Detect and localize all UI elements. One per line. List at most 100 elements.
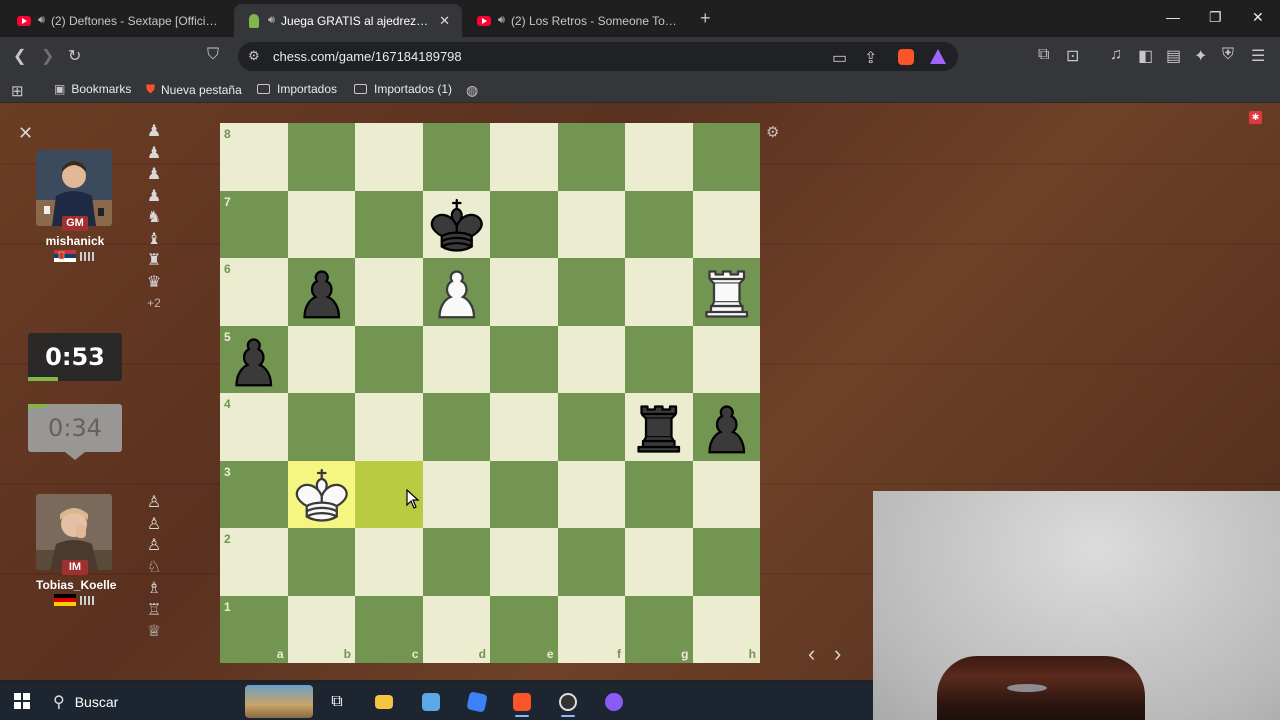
square-a5[interactable]: 5 [220,325,288,394]
messenger-icon[interactable] [594,685,634,718]
square-c2[interactable] [355,528,423,596]
square-g2[interactable] [625,528,693,596]
square-a6[interactable]: 6 [220,258,288,326]
white-king-icon[interactable] [288,461,356,529]
player-name[interactable]: Tobias_Koelle [36,578,116,592]
bookmark-page-icon[interactable]: ⛉ [207,46,219,64]
square-h8[interactable] [692,123,760,191]
bookmark-importados[interactable]: Importados [257,82,337,96]
square-d3[interactable] [422,460,490,528]
square-b8[interactable] [287,123,355,191]
square-g5[interactable] [625,325,693,393]
square-h3[interactable] [692,460,760,528]
url-text[interactable]: chess.com/game/167184189798 [273,49,462,64]
minimize-icon[interactable]: — [1166,9,1180,25]
audio-playing-icon[interactable]: 🔊︎ [38,14,45,27]
square-h6[interactable] [692,258,761,326]
close-icon[interactable]: ✕ [18,123,33,144]
forward-icon[interactable]: ❯ [41,46,54,66]
square-g7[interactable] [625,190,693,258]
close-tab-icon[interactable]: ✕ [439,13,450,29]
square-e5[interactable] [490,325,558,393]
wallet-icon[interactable]: ▤ [1166,46,1181,66]
square-c8[interactable] [355,123,423,191]
square-a1[interactable]: 1a [220,595,288,663]
square-c6[interactable] [355,258,423,326]
close-window-icon[interactable]: ✕ [1252,9,1264,26]
media-controls-icon[interactable]: ♫ [1110,46,1122,64]
square-h2[interactable] [692,528,760,596]
square-h4[interactable] [692,393,761,461]
apps-grid-icon[interactable]: ⊞ [11,82,30,100]
square-g6[interactable] [625,258,693,326]
globe-icon[interactable]: ◍ [466,82,484,99]
back-icon[interactable]: ❮ [13,46,26,66]
vpn-icon[interactable]: ⛨ [1222,46,1234,64]
square-f1[interactable]: f [557,595,625,663]
sidebar-icon[interactable]: ◧ [1138,46,1153,66]
square-f3[interactable] [557,460,625,528]
square-e3[interactable] [490,460,558,528]
audio-playing-icon[interactable]: 🔊︎ [268,14,275,27]
bookmark-nueva-pestana[interactable]: ⛊ Nueva pestaña [146,82,242,97]
weather-widget[interactable] [245,685,313,718]
square-e4[interactable] [490,393,558,461]
tab-deftones[interactable]: 🔊︎ (2) Deftones - Sextape [Official Musi… [4,4,232,37]
player-name[interactable]: mishanick [36,234,114,248]
install-app-icon[interactable]: ▭ [832,48,847,68]
square-d5[interactable] [422,325,490,393]
square-b1[interactable]: b [287,595,355,663]
black-pawn-icon[interactable] [693,393,761,461]
windows-start-icon[interactable] [14,693,30,709]
square-f5[interactable] [557,325,625,393]
square-e8[interactable] [490,123,558,191]
square-a3[interactable]: 3 [220,460,288,528]
square-h1[interactable]: h [692,595,760,663]
bookmark-bookmarks[interactable]: ▣ Bookmarks [54,82,131,96]
black-pawn-icon[interactable] [220,326,288,394]
square-f6[interactable] [557,258,625,326]
file-explorer-icon[interactable] [364,685,404,718]
avatar[interactable] [36,150,112,226]
square-d1[interactable]: d [422,595,490,663]
square-a8[interactable]: 8 [220,123,288,191]
black-rook-icon[interactable] [625,393,693,461]
square-c1[interactable]: c [355,595,423,663]
square-e2[interactable] [490,528,558,596]
audio-playing-icon[interactable]: 🔊︎ [498,14,505,27]
square-f7[interactable] [557,190,625,258]
taskbar-search[interactable]: ⚲ Buscar [45,683,240,720]
share-icon[interactable]: ⇪ [864,48,877,68]
task-view-icon[interactable]: ⧉ [317,685,357,718]
square-g1[interactable]: g [625,595,693,663]
square-d8[interactable] [422,123,490,191]
white-rook-icon[interactable] [693,258,761,326]
square-g3[interactable] [625,460,693,528]
reload-icon[interactable]: ↻ [68,46,81,66]
square-g4[interactable] [625,393,693,461]
obs-icon[interactable] [548,685,588,718]
extensions-icon[interactable]: ⧉ [1038,46,1049,64]
square-d7[interactable] [422,190,490,258]
bookmark-importados-1[interactable]: Importados (1) [354,82,452,96]
square-b2[interactable] [287,528,355,596]
roblox-icon[interactable] [457,685,497,718]
avatar[interactable] [36,494,112,570]
board-settings-icon[interactable]: ⚙ [766,123,779,141]
square-c5[interactable] [355,325,423,393]
square-d4[interactable] [422,393,490,461]
square-a7[interactable]: 7 [220,190,288,258]
brave-shields-icon[interactable] [898,49,914,65]
tab-los-retros[interactable]: 🔊︎ (2) Los Retros - Someone To Spend [464,4,692,37]
site-info-icon[interactable]: ⚙ [248,48,260,64]
brave-browser-icon[interactable] [502,685,542,718]
address-bar[interactable]: ⚙ chess.com/game/167184189798 ▭ ⇪ [238,42,958,71]
tab-chess[interactable]: 🔊︎ Juega GRATIS al ajedrez online ✕ [234,4,462,37]
square-b7[interactable] [287,190,355,258]
next-move-icon[interactable]: › [834,641,841,667]
brave-rewards-icon[interactable] [930,49,946,64]
white-pawn-icon[interactable] [423,258,491,326]
square-d2[interactable] [422,528,490,596]
square-f2[interactable] [557,528,625,596]
black-pawn-icon[interactable] [288,258,356,326]
